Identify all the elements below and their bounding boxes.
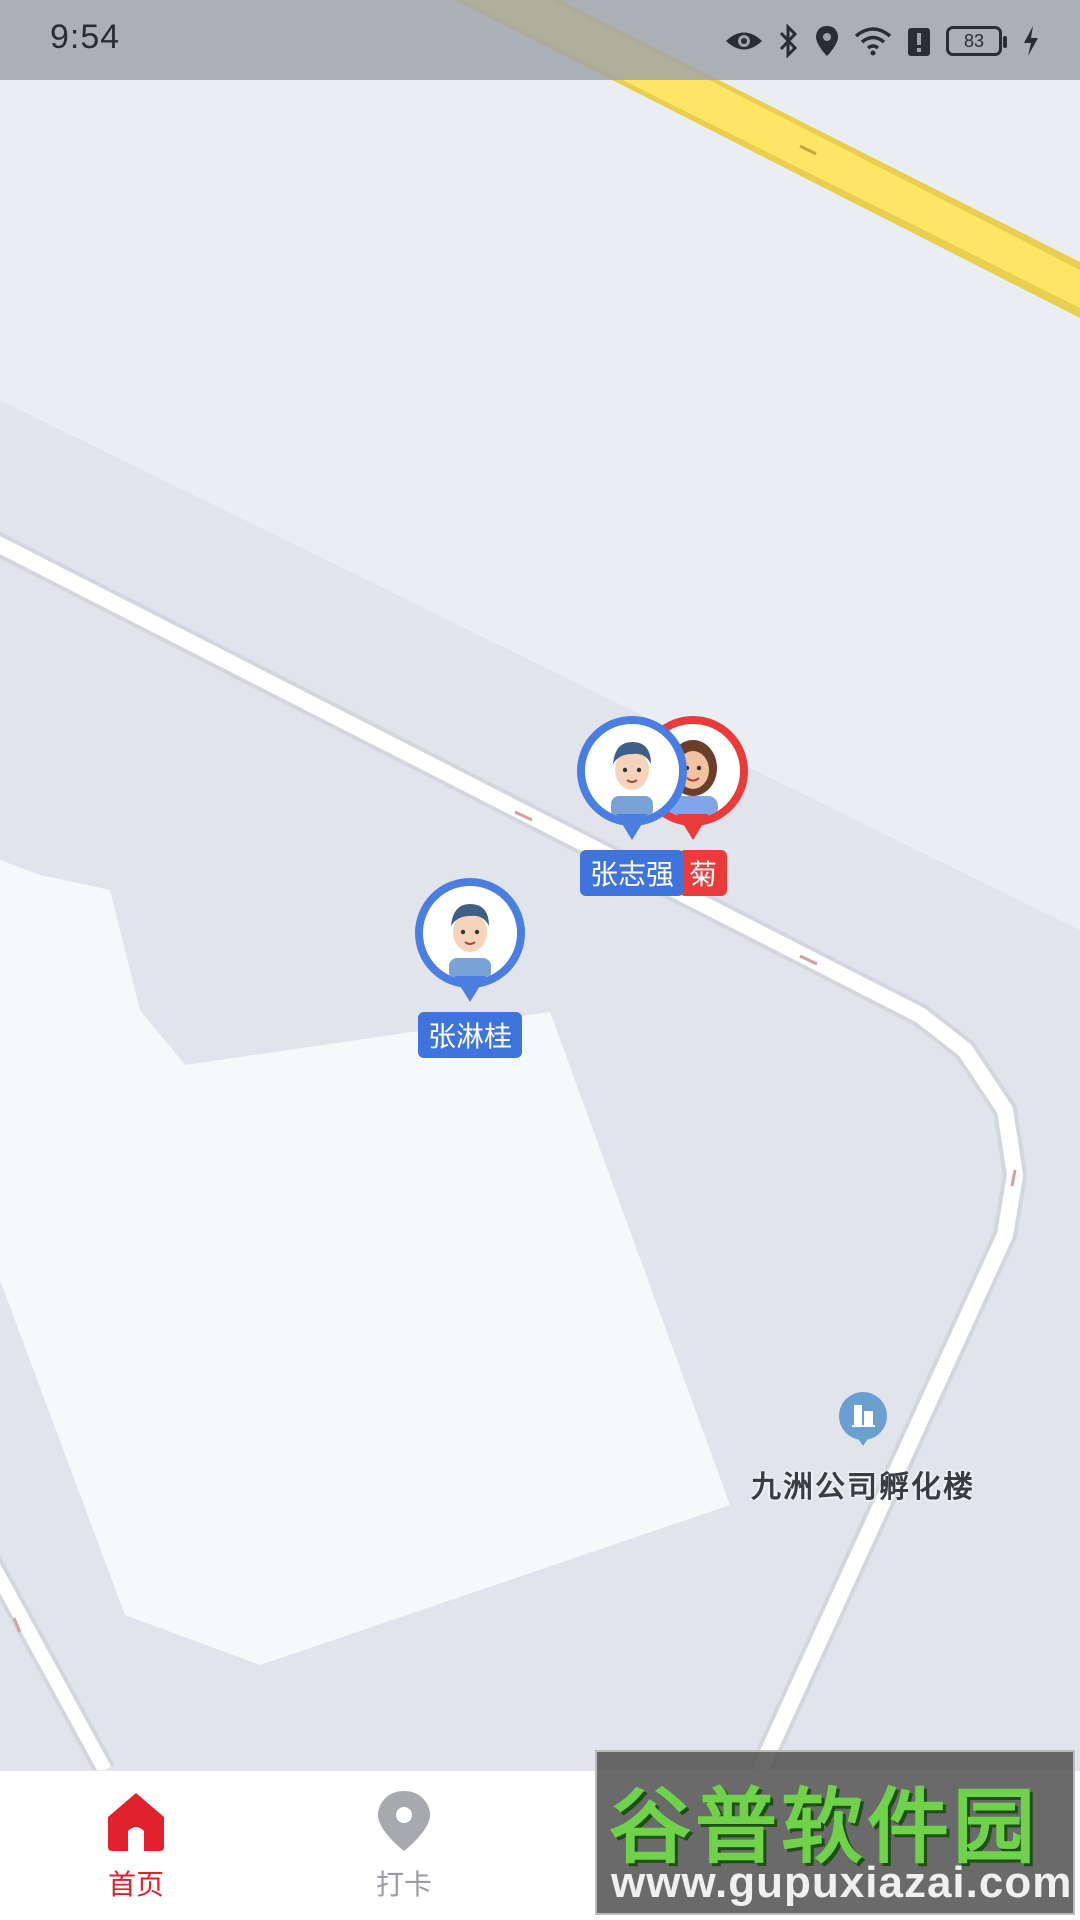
wifi-icon (854, 26, 892, 56)
status-bar: 9:54 83 (0, 0, 1080, 80)
map-view[interactable]: 菊 张志强 张淋桂 九洲公司孵化楼 (0, 0, 1080, 1770)
app-screen: 菊 张志强 张淋桂 九洲公司孵化楼 9:54 83 首页 打卡 谷普软件园 ww… (0, 0, 1080, 1920)
status-time: 9:54 (50, 18, 121, 56)
watermark-url: www.gupuxiazai.com (611, 1858, 1073, 1907)
marker-tip (616, 814, 648, 840)
marker-tip (454, 976, 486, 1002)
building-icon (839, 1392, 887, 1446)
marker-pin (572, 716, 692, 856)
nav-label-checkin: 打卡 (375, 1868, 432, 1901)
marker-name-label: 张志强 (579, 850, 685, 896)
marker-pin (410, 878, 530, 1018)
male-avatar (415, 878, 525, 988)
nav-label-home: 首页 (107, 1868, 164, 1901)
marker-name-label: 菊 (678, 850, 728, 896)
battery-icon: 83 (946, 26, 1007, 56)
marker-name-label: 张淋桂 (417, 1012, 523, 1058)
map-marker-zhangzhiqiang[interactable]: 张志强 (572, 716, 692, 896)
poi-label: 九洲公司孵化楼 (751, 1470, 975, 1505)
male-avatar (577, 716, 687, 826)
watermark-logo: 谷普软件园 www.gupuxiazai.com (595, 1750, 1075, 1915)
poi-building[interactable]: 九洲公司孵化楼 (728, 1392, 998, 1506)
location-icon (814, 24, 840, 58)
bluetooth-icon (778, 24, 800, 58)
home-icon (108, 1793, 164, 1851)
status-icons: 83 (724, 18, 1040, 64)
eye-icon (724, 26, 764, 56)
nav-item-checkin[interactable]: 打卡 (334, 1789, 474, 1903)
nav-item-home[interactable]: 首页 (66, 1789, 206, 1903)
location-pin-icon (378, 1791, 430, 1851)
charging-icon (1022, 25, 1040, 57)
alert-icon (906, 24, 932, 58)
map-marker-zhanglingui[interactable]: 张淋桂 (410, 878, 530, 1058)
